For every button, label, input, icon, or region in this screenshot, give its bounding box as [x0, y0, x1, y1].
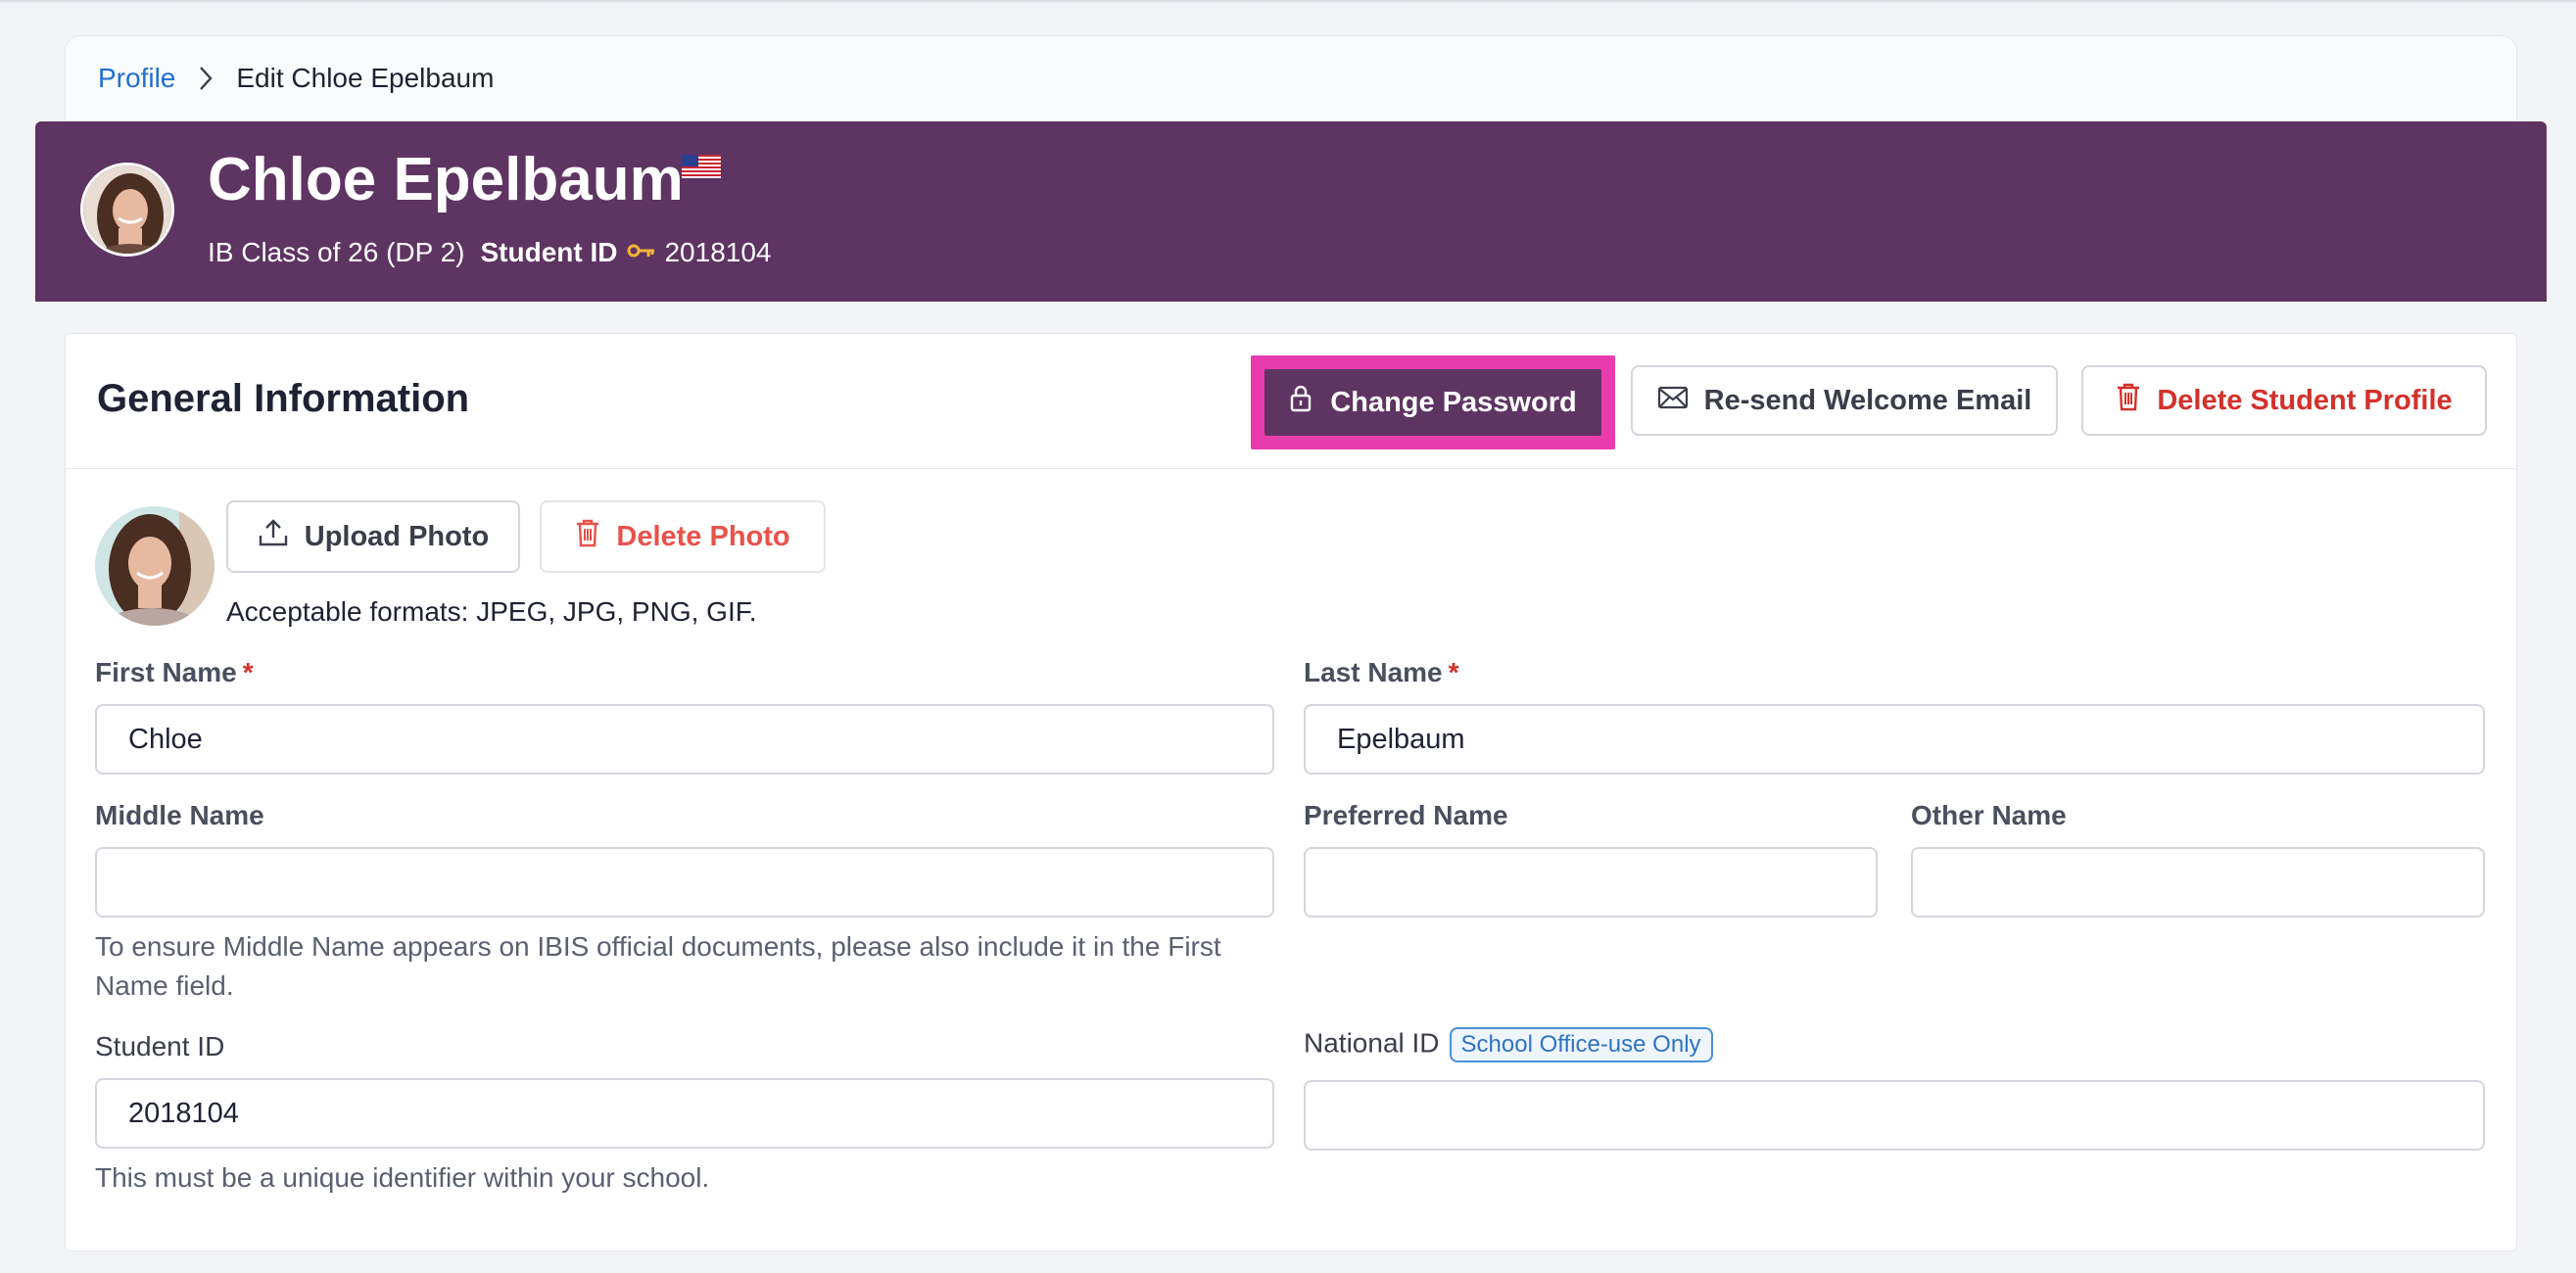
student-photo: [95, 506, 215, 626]
delete-student-profile-button[interactable]: Delete Student Profile: [2081, 365, 2487, 436]
other-name-field[interactable]: [1911, 847, 2485, 918]
student-name: Chloe Epelbaum: [208, 146, 684, 213]
student-meta: IB Class of 26 (DP 2) Student ID 2018104: [208, 237, 772, 268]
middle-name-label: Middle Name: [95, 800, 264, 830]
class-info: IB Class of 26 (DP 2): [208, 237, 465, 267]
required-marker: *: [242, 657, 254, 687]
us-flag-icon: [682, 155, 721, 178]
breadcrumb-current: Edit Chloe Epelbaum: [236, 63, 495, 93]
breadcrumb: Profile Edit Chloe Epelbaum: [98, 59, 494, 98]
student-id-label: Student ID: [480, 237, 618, 267]
card-header: General Information Change Password Re-s…: [66, 334, 2516, 469]
student-id-help: This must be a unique identifier within …: [95, 1162, 710, 1193]
change-password-button[interactable]: Change Password: [1264, 369, 1601, 436]
student-id-field[interactable]: 2018104: [95, 1078, 1274, 1149]
last-name-label: Last Name *: [1304, 657, 1459, 688]
preferred-name-field[interactable]: [1304, 847, 1878, 918]
section-title: General Information: [97, 377, 470, 420]
general-information-card: General Information Change Password Re-s…: [65, 333, 2517, 1251]
student-id-value: 2018104: [664, 237, 772, 267]
national-id-label-text: National ID: [1304, 1027, 1440, 1059]
mail-icon: [1657, 385, 1689, 417]
change-password-highlight: Change Password: [1251, 355, 1615, 449]
office-use-badge: School Office-use Only: [1449, 1027, 1713, 1062]
breadcrumb-profile-link[interactable]: Profile: [98, 63, 175, 94]
chevron-right-icon: [197, 64, 215, 93]
middle-name-help: To ensure Middle Name appears on IBIS of…: [95, 931, 1221, 1001]
first-name-field[interactable]: Chloe: [95, 704, 1274, 775]
trash-icon: [575, 518, 600, 555]
required-marker: *: [1448, 657, 1459, 687]
delete-photo-button[interactable]: Delete Photo: [540, 500, 826, 573]
preferred-name-label: Preferred Name: [1304, 800, 1508, 830]
upload-photo-label: Upload Photo: [304, 520, 490, 552]
delete-photo-label: Delete Photo: [616, 520, 790, 552]
middle-name-field[interactable]: [95, 847, 1274, 918]
national-id-field[interactable]: [1304, 1080, 2485, 1151]
student-id-label: Student ID: [95, 1031, 225, 1061]
upload-photo-button[interactable]: Upload Photo: [226, 500, 520, 573]
first-name-label: First Name *: [95, 657, 254, 688]
delete-student-profile-label: Delete Student Profile: [2157, 384, 2453, 416]
change-password-label: Change Password: [1330, 386, 1577, 418]
resend-welcome-email-label: Re-send Welcome Email: [1703, 384, 2032, 416]
national-id-label: National ID School Office-use Only: [1304, 1027, 1713, 1062]
last-name-field[interactable]: Epelbaum: [1304, 704, 2485, 775]
avatar: [80, 163, 174, 257]
lock-icon: [1289, 384, 1312, 421]
upload-icon: [258, 518, 289, 555]
resend-welcome-email-button[interactable]: Re-send Welcome Email: [1631, 365, 2058, 436]
student-header-banner: Chloe Epelbaum IB Class of 26 (DP 2) Stu…: [35, 121, 2547, 302]
other-name-label: Other Name: [1911, 800, 2067, 830]
last-name-label-text: Last Name: [1304, 657, 1443, 687]
photo-formats-note: Acceptable formats: JPEG, JPG, PNG, GIF.: [226, 596, 757, 627]
top-shadow: [0, 0, 2576, 4]
first-name-label-text: First Name: [95, 657, 237, 687]
key-icon: [627, 244, 656, 261]
trash-icon: [2116, 382, 2141, 419]
